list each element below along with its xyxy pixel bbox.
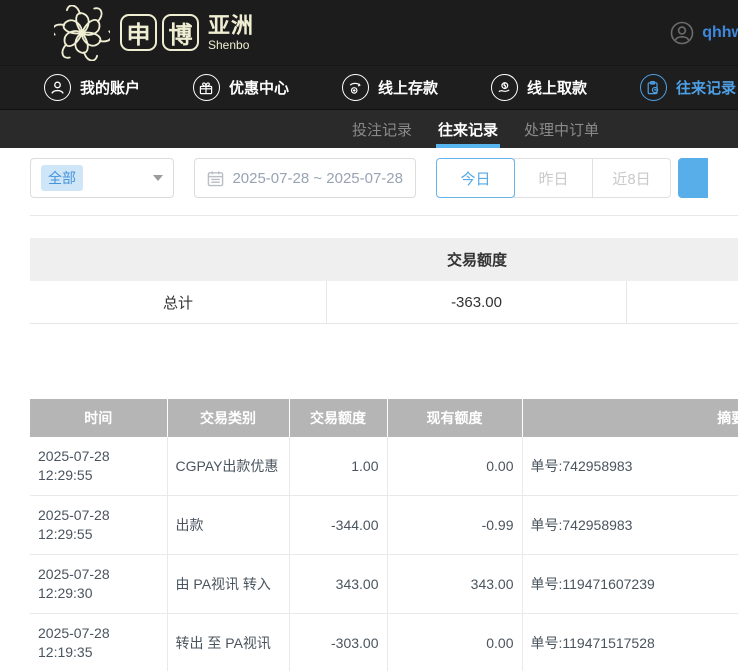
calendar-icon [207,170,224,187]
record-tabs: 投注记录 往来记录 处理中订单 [0,110,738,148]
filter-divider [30,215,738,216]
cell-type: 出款 [167,496,289,555]
summary-table: 交易额度 总计 -363.00 [30,238,738,324]
cell-time: 2025-07-28 12:29:55 [30,496,167,555]
nav-item-transaction-records[interactable]: 往来记录 [640,74,736,101]
summary-header-row: 交易额度 [30,238,738,281]
cell-time: 2025-07-28 12:29:55 [30,437,167,496]
type-select-value: 全部 [41,165,83,191]
cell-amount: -303.00 [289,614,387,671]
nav-item-withdraw[interactable]: 线上取款 [491,74,587,101]
cell-balance: -0.99 [387,496,522,555]
type-select-dropdown[interactable]: 全部 [30,158,174,198]
cell-summary: 单号:742958983 [522,496,738,555]
table-row: 2025-07-28 12:29:30 由 PA视讯 转入 343.00 343… [30,555,738,614]
cell-amount: -344.00 [289,496,387,555]
cell-summary: 单号:742958983 [522,437,738,496]
site-logo[interactable]: 申 博 亚洲 Shenbo [54,5,254,61]
gift-icon [193,74,220,101]
nav-label: 我的账户 [80,77,140,98]
summary-total-row: 总计 -363.00 [30,281,738,324]
cell-type: 由 PA视讯 转入 [167,555,289,614]
date-range-picker[interactable]: 2025-07-28 ~ 2025-07-28 [194,158,416,198]
cell-type: CGPAY出款优惠 [167,437,289,496]
logo-char-bo: 博 [162,14,199,51]
user-icon [44,74,71,101]
user-account-area[interactable]: qhhw [670,21,738,45]
cell-balance: 343.00 [387,555,522,614]
nav-label: 往来记录 [676,77,736,98]
cell-time: 2025-07-28 12:29:30 [30,555,167,614]
cell-balance: 0.00 [387,437,522,496]
tab-transaction-records[interactable]: 往来记录 [438,110,498,148]
top-header: 申 博 亚洲 Shenbo qhhw [0,0,738,66]
cell-amount: 343.00 [289,555,387,614]
records-clipboard-icon [640,74,667,101]
col-amount: 交易额度 [289,399,387,437]
total-value: -363.00 [327,281,627,323]
table-row: 2025-07-28 12:19:35 转出 至 PA视讯 -303.00 0.… [30,614,738,671]
nav-item-my-account[interactable]: 我的账户 [44,74,140,101]
logo-subtitle: Shenbo [208,39,254,51]
col-type: 交易类别 [167,399,289,437]
records-table: 时间 交易类别 交易额度 现有额度 摘要 2025-07-28 12:29:55… [30,399,738,671]
yesterday-button[interactable]: 昨日 [514,158,593,198]
col-summary: 摘要 [522,399,738,437]
filter-bar: 全部 2025-07-28 ~ 2025-07-28 今日 昨日 近8日 [30,158,708,198]
total-label: 总计 [30,281,327,323]
summary-amount-header: 交易额度 [327,249,627,270]
main-nav: 我的账户 优惠中心 线上存款 线上取款 [0,66,738,110]
date-range-value: 2025-07-28 ~ 2025-07-28 [232,170,403,187]
nav-label: 线上取款 [527,77,587,98]
last-8-days-button[interactable]: 近8日 [592,158,671,198]
nav-label: 线上存款 [378,77,438,98]
table-row: 2025-07-28 12:29:55 出款 -344.00 -0.99 单号:… [30,496,738,555]
nav-item-deposit[interactable]: 线上存款 [342,74,438,101]
flower-logo-icon [54,5,110,61]
cell-summary: 单号:119471607239 [522,555,738,614]
today-button[interactable]: 今日 [436,158,515,198]
cell-amount: 1.00 [289,437,387,496]
cell-type: 转出 至 PA视讯 [167,614,289,671]
cell-balance: 0.00 [387,614,522,671]
nav-item-promotions[interactable]: 优惠中心 [193,74,289,101]
logo-region-text: 亚洲 [208,15,254,37]
cell-time: 2025-07-28 12:19:35 [30,614,167,671]
col-balance: 现有额度 [387,399,522,437]
logo-char-shen: 申 [120,14,157,51]
records-header-row: 时间 交易类别 交易额度 现有额度 摘要 [30,399,738,437]
nav-label: 优惠中心 [229,77,289,98]
search-button[interactable] [678,158,708,198]
avatar-icon [670,21,694,45]
col-time: 时间 [30,399,167,437]
table-row: 2025-07-28 12:29:55 CGPAY出款优惠 1.00 0.00 … [30,437,738,496]
chevron-down-icon [153,175,163,181]
username-text[interactable]: qhhw [702,24,738,42]
quick-date-buttons: 今日 昨日 近8日 [436,158,671,198]
tab-processing-orders[interactable]: 处理中订单 [524,110,599,148]
deposit-hand-coin-icon [342,74,369,101]
cell-summary: 单号:119471517528 [522,614,738,671]
withdraw-hand-coin-icon [491,74,518,101]
tab-betting-records[interactable]: 投注记录 [352,110,412,148]
